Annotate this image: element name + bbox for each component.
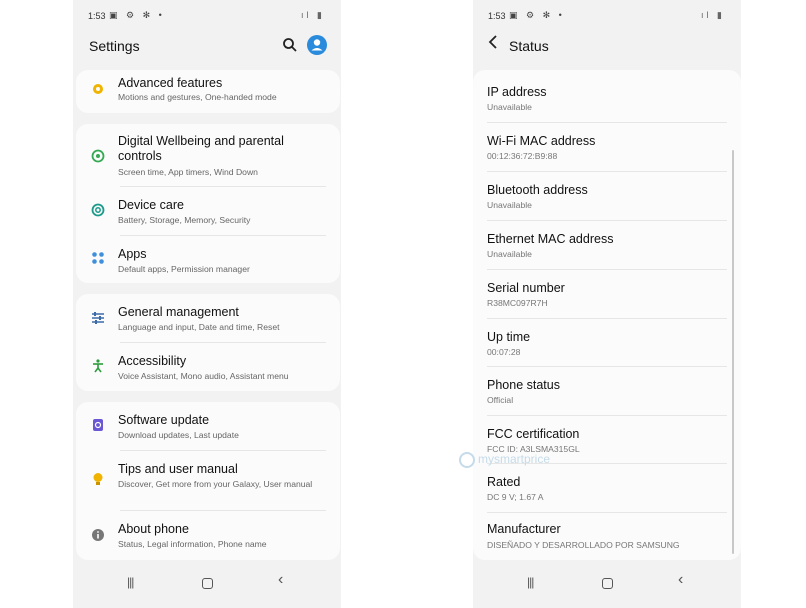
navigation-bar: ||| ‹ — [73, 566, 341, 602]
settings-item-title: Apps — [118, 247, 147, 261]
settings-item-title: Tips and user manual — [118, 462, 238, 476]
back-icon[interactable]: ‹ — [278, 571, 283, 589]
settings-item-subtitle: Status, Legal information, Phone name — [118, 539, 267, 549]
profile-icon[interactable] — [307, 35, 327, 55]
status-item-value: Unavailable — [487, 249, 532, 259]
status-item-title: Manufacturer — [487, 522, 561, 536]
settings-item-tips-user-manual[interactable]: Tips and user manual Discover, Get more … — [76, 451, 340, 510]
status-item-title: Wi-Fi MAC address — [487, 134, 596, 148]
status-item-title: IP address — [487, 85, 547, 99]
settings-item-title: Advanced features — [118, 76, 223, 90]
settings-card: Advanced features Motions and gestures, … — [76, 70, 340, 113]
status-item[interactable]: Ethernet MAC address Unavailable — [473, 221, 741, 269]
status-item-value: R38MC097R7H — [487, 298, 548, 308]
settings-item-subtitle: Download updates, Last update — [118, 430, 239, 440]
settings-card: Digital Wellbeing and parental controls … — [76, 124, 340, 283]
status-screen: 1:53 ▣ ⚙ ✻ • ıl ▮ Status IP address Unav… — [473, 0, 741, 608]
device-care-icon — [90, 202, 106, 218]
status-item-title: Serial number — [487, 281, 565, 295]
recent-apps-icon[interactable]: ||| — [127, 575, 134, 589]
settings-item-title: Device care — [118, 198, 184, 212]
status-item-value: DISEÑADO Y DESARROLLADO POR SAMSUNG — [487, 540, 680, 550]
settings-item-accessibility[interactable]: Accessibility Voice Assistant, Mono audi… — [76, 343, 340, 391]
settings-item-subtitle: Voice Assistant, Mono audio, Assistant m… — [118, 371, 289, 381]
status-item[interactable]: Manufacturer DISEÑADO Y DESARROLLADO POR… — [473, 513, 741, 560]
status-item-value: 00:12:36:72:B9:88 — [487, 151, 558, 161]
puzzle-icon — [90, 81, 106, 97]
settings-screen: 1:53 ▣ ⚙ ✻ • ıl ▮ Settings Advanced feat… — [73, 0, 341, 608]
settings-item-general-management[interactable]: General management Language and input, D… — [76, 294, 340, 342]
status-item[interactable]: Bluetooth address Unavailable — [473, 172, 741, 220]
status-item-title: FCC certification — [487, 427, 580, 441]
back-arrow-icon[interactable] — [487, 35, 499, 54]
status-item-value: Unavailable — [487, 102, 532, 112]
status-item-value: Official — [487, 395, 514, 405]
status-item-value: Unavailable — [487, 200, 532, 210]
apps-icon — [90, 250, 106, 266]
signal-battery-icons: ıl ▮ — [701, 10, 725, 20]
home-icon[interactable] — [602, 578, 613, 589]
settings-card: General management Language and input, D… — [76, 294, 340, 391]
info-icon — [90, 527, 106, 543]
notification-icons: ▣ ⚙ ✻ • — [509, 10, 565, 20]
settings-item-subtitle: Screen time, App timers, Wind Down — [118, 167, 258, 177]
status-bar: 1:53 ▣ ⚙ ✻ • ıl ▮ — [473, 0, 741, 30]
lightbulb-icon — [90, 471, 106, 487]
page-title: Status — [509, 38, 549, 54]
status-time: 1:53 — [488, 11, 506, 21]
status-item[interactable]: Phone status Official — [473, 367, 741, 415]
settings-item-title: About phone — [118, 522, 189, 536]
settings-item-subtitle: Default apps, Permission manager — [118, 264, 250, 274]
status-item-value: 00:07:28 — [487, 347, 521, 357]
settings-item-subtitle: Motions and gestures, One-handed mode — [118, 92, 277, 102]
status-list: IP address Unavailable Wi-Fi MAC address… — [473, 70, 741, 560]
watermark-logo-icon — [459, 452, 475, 468]
status-item-title: Rated — [487, 475, 521, 489]
wellbeing-icon — [90, 148, 106, 164]
status-item-title: Phone status — [487, 378, 560, 392]
back-icon[interactable]: ‹ — [678, 571, 683, 589]
settings-item-software-update[interactable]: Software update Download updates, Last u… — [76, 402, 340, 450]
home-icon[interactable] — [202, 578, 213, 589]
status-time: 1:53 — [88, 11, 106, 21]
settings-item-subtitle: Battery, Storage, Memory, Security — [118, 215, 251, 225]
status-item[interactable]: IP address Unavailable — [473, 70, 741, 120]
status-item-value: DC 9 V; 1.67 A — [487, 492, 544, 502]
settings-item-title: Software update — [118, 413, 210, 427]
software-update-icon — [90, 417, 106, 433]
signal-battery-icons: ıl ▮ — [301, 10, 325, 20]
watermark: mysmartprice — [459, 452, 550, 468]
settings-item-apps[interactable]: Apps Default apps, Permission manager — [76, 236, 340, 283]
search-icon[interactable] — [281, 36, 299, 54]
settings-item-digital-wellbeing[interactable]: Digital Wellbeing and parental controls … — [76, 124, 340, 186]
status-item[interactable]: Serial number R38MC097R7H — [473, 270, 741, 318]
status-item-title: Ethernet MAC address — [487, 232, 614, 246]
settings-item-about-phone[interactable]: About phone Status, Legal information, P… — [76, 511, 340, 560]
recent-apps-icon[interactable]: ||| — [527, 575, 534, 589]
status-item-title: Bluetooth address — [487, 183, 588, 197]
settings-item-title: Digital Wellbeing and parental controls — [118, 134, 284, 163]
status-bar: 1:53 ▣ ⚙ ✻ • ıl ▮ — [73, 0, 341, 30]
scrollbar[interactable] — [732, 150, 734, 554]
watermark-text: mysmartprice — [478, 452, 551, 467]
notification-icons: ▣ ⚙ ✻ • — [109, 10, 165, 20]
settings-item-subtitle: Discover, Get more from your Galaxy, Use… — [118, 479, 313, 489]
settings-item-subtitle: Language and input, Date and time, Reset — [118, 322, 280, 332]
status-item[interactable]: Up time 00:07:28 — [473, 319, 741, 367]
settings-item-title: General management — [118, 305, 239, 319]
status-item[interactable]: Rated DC 9 V; 1.67 A — [473, 464, 741, 512]
settings-card: Software update Download updates, Last u… — [76, 402, 340, 560]
status-item-title: Up time — [487, 330, 531, 344]
settings-item-title: Accessibility — [118, 354, 187, 368]
sliders-icon — [90, 310, 106, 326]
status-item[interactable]: Wi-Fi MAC address 00:12:36:72:B9:88 — [473, 123, 741, 171]
settings-item-advanced-features[interactable]: Advanced features Motions and gestures, … — [76, 70, 340, 113]
accessibility-icon — [90, 358, 106, 374]
settings-item-device-care[interactable]: Device care Battery, Storage, Memory, Se… — [76, 187, 340, 235]
page-title: Settings — [89, 38, 140, 54]
navigation-bar: ||| ‹ — [473, 566, 741, 602]
